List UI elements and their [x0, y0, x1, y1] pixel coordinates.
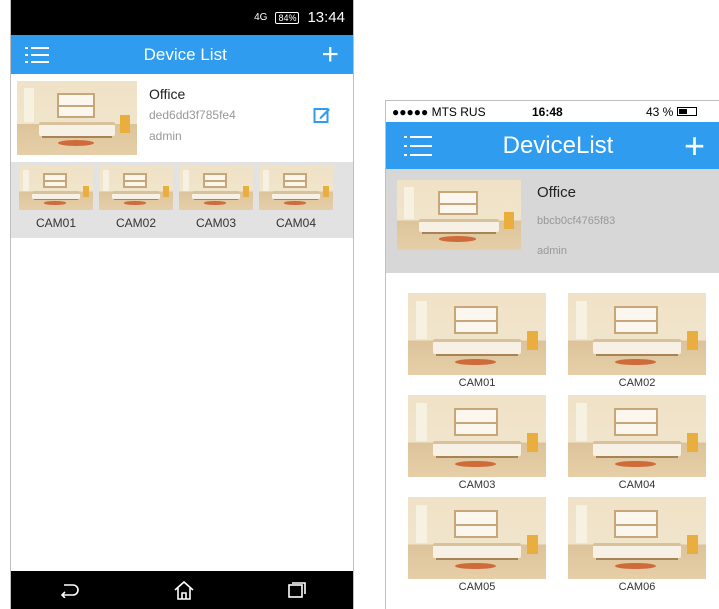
device-row[interactable]: Office ded6dd3f785fe4 admin — [11, 74, 353, 162]
camera-tile[interactable]: CAM01 — [408, 293, 546, 389]
device-row[interactable]: Office bbcb0cf4765f83 admin — [386, 169, 719, 273]
camera-label: CAM01 — [458, 377, 496, 389]
menu-list-icon[interactable] — [404, 135, 432, 157]
battery-icon — [677, 107, 698, 116]
camera-label: CAM02 — [618, 377, 656, 389]
menu-list-icon[interactable] — [25, 46, 49, 64]
camera-tile[interactable]: CAM02 — [568, 293, 706, 389]
recents-icon[interactable] — [288, 582, 307, 598]
android-nav-bar — [11, 571, 353, 609]
device-name: Office — [149, 86, 186, 102]
camera-label: CAM03 — [458, 479, 496, 491]
camera-tile[interactable]: CAM03 — [179, 166, 253, 238]
add-device-button[interactable]: + — [321, 39, 339, 70]
status-bar: 4G 84% 13:44 — [11, 0, 353, 35]
back-icon[interactable] — [58, 582, 80, 598]
camera-strip: CAM01 CAM02 CAM03 CAM04 — [11, 162, 353, 238]
device-thumbnail — [17, 81, 137, 155]
status-time: 13:44 — [307, 9, 345, 26]
camera-label: CAM06 — [618, 581, 656, 593]
device-thumbnail — [397, 180, 521, 250]
camera-label: CAM04 — [618, 479, 656, 491]
camera-grid: CAM01 CAM02 CAM03 CAM04 CAM05 CAM06 — [386, 273, 719, 593]
edit-icon[interactable] — [313, 106, 331, 124]
device-name: Office — [537, 184, 576, 201]
camera-tile[interactable]: CAM04 — [568, 395, 706, 491]
app-header: DeviceList + — [386, 122, 719, 169]
camera-tile[interactable]: CAM01 — [19, 166, 93, 238]
app-header: Device List + — [11, 35, 353, 74]
device-user: admin — [537, 245, 567, 257]
status-time: 16:48 — [532, 104, 563, 119]
camera-label: CAM02 — [115, 216, 156, 230]
battery-percent: 43 % — [646, 104, 674, 119]
android-phone: 4G 84% 13:44 Device List + Office ded6dd… — [10, 0, 354, 609]
camera-tile[interactable]: CAM03 — [408, 395, 546, 491]
camera-tile[interactable]: CAM05 — [408, 497, 546, 593]
camera-tile[interactable]: CAM04 — [259, 166, 333, 238]
device-serial: bbcb0cf4765f83 — [537, 215, 616, 227]
camera-label: CAM04 — [275, 216, 316, 230]
page-title: DeviceList — [502, 131, 614, 159]
signal-icon: 4G — [254, 12, 268, 23]
ios-phone: ●●●●● MTS RUS 16:48 43 % DeviceList + Of… — [385, 100, 719, 609]
camera-tile[interactable]: CAM06 — [568, 497, 706, 593]
camera-label: CAM01 — [35, 216, 76, 230]
device-user: admin — [149, 129, 182, 143]
camera-label: CAM05 — [458, 581, 496, 593]
page-title: Device List — [143, 44, 227, 64]
battery-indicator: 84% — [275, 11, 300, 24]
camera-tile[interactable]: CAM02 — [99, 166, 173, 238]
camera-label: CAM03 — [195, 216, 236, 230]
carrier-label: ●●●●● MTS RUS — [392, 104, 486, 119]
status-bar: ●●●●● MTS RUS 16:48 43 % — [386, 101, 719, 122]
home-icon[interactable] — [173, 580, 195, 600]
add-device-button[interactable]: + — [684, 127, 705, 164]
device-serial: ded6dd3f785fe4 — [149, 108, 236, 122]
